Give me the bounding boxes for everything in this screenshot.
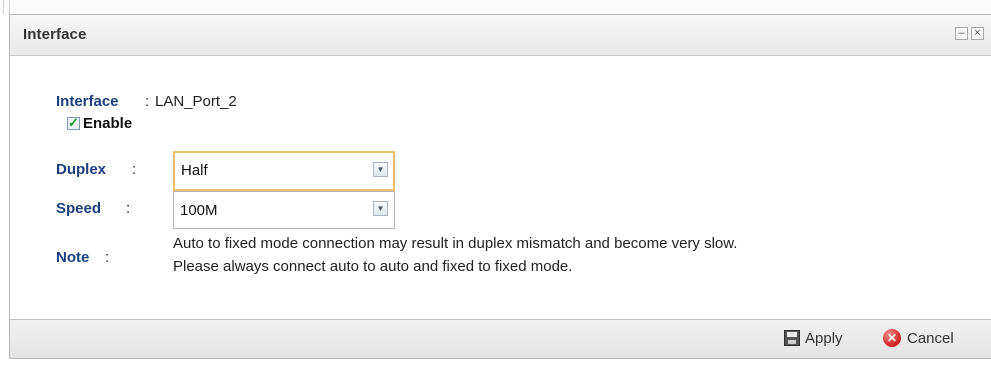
duplex-colon: :: [132, 161, 137, 178]
enable-label: Enable: [83, 115, 133, 132]
note-line-2: Please always connect auto to auto and f…: [173, 258, 573, 275]
speed-colon: :: [126, 200, 131, 217]
interface-colon: :: [145, 93, 150, 110]
duplex-select[interactable]: Half: [173, 151, 395, 191]
close-icon[interactable]: ×: [971, 27, 984, 40]
cancel-button[interactable]: ✕ Cancel: [879, 320, 979, 358]
minimize-icon[interactable]: –: [955, 27, 968, 40]
duplex-selected-value: Half: [181, 162, 208, 179]
checkbox-checked-icon: ✓: [68, 115, 79, 130]
note-line-1: Auto to fixed mode connection may result…: [173, 235, 738, 252]
background-divider: [3, 0, 4, 14]
duplex-label: Duplex: [56, 161, 107, 178]
note-label: Note: [56, 249, 90, 266]
dialog-footer: Apply ✕ Cancel: [10, 319, 991, 358]
save-icon: [784, 330, 800, 346]
chevron-down-icon[interactable]: ▼: [373, 162, 388, 177]
interface-value: LAN_Port_2: [155, 93, 237, 110]
speed-label: Speed: [56, 200, 102, 217]
speed-select[interactable]: 100M: [173, 191, 395, 229]
dialog-titlebar[interactable]: Interface – ×: [10, 15, 991, 56]
dialog-title: Interface: [23, 26, 87, 43]
interface-dialog: Interface – × Interface : LAN_Port_2 ✓ E…: [9, 14, 991, 359]
speed-selected-value: 100M: [180, 202, 218, 219]
background-divider: [9, 0, 10, 14]
apply-button[interactable]: Apply: [778, 320, 868, 358]
cancel-icon: ✕: [883, 329, 901, 347]
chevron-down-icon[interactable]: ▼: [373, 201, 388, 216]
enable-checkbox[interactable]: ✓: [67, 115, 80, 130]
background-page-strip: [0, 0, 991, 14]
apply-label: Apply: [805, 330, 843, 347]
note-colon: :: [105, 249, 110, 266]
interface-label: Interface: [56, 93, 119, 110]
cancel-label: Cancel: [907, 330, 954, 347]
